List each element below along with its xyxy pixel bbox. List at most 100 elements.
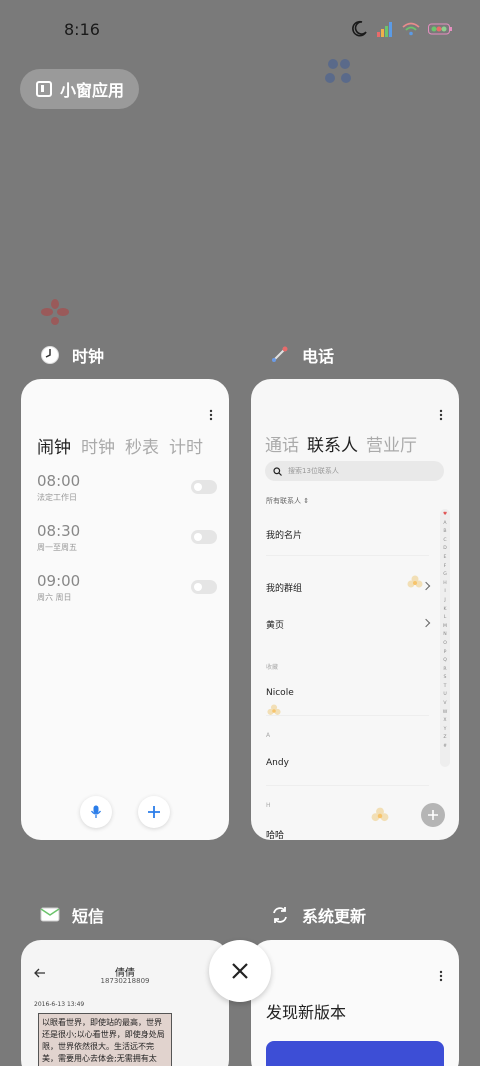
message-icon xyxy=(40,907,60,922)
alarm-toggle[interactable] xyxy=(191,530,217,544)
index-letter[interactable]: B xyxy=(443,528,446,537)
plus-icon xyxy=(148,806,160,818)
flower-sticker-decoration xyxy=(407,575,423,588)
alarm-toggle[interactable] xyxy=(191,580,217,594)
alarm-time: 09:00 xyxy=(37,572,81,590)
search-placeholder: 搜索13位联系人 xyxy=(288,467,339,475)
my-card-row[interactable]: 我的名片 xyxy=(266,528,302,541)
index-letter[interactable]: J xyxy=(444,597,445,606)
index-letter[interactable]: W xyxy=(443,709,448,718)
alarm-item[interactable]: 08:30 周一至周五 xyxy=(37,522,217,558)
contact-andy[interactable]: Andy xyxy=(266,758,289,768)
clock-tabs: 闹钟 时钟 秒表 计时 xyxy=(37,433,203,458)
flower-sticker-decoration xyxy=(267,704,281,715)
more-options-icon[interactable] xyxy=(439,970,443,982)
more-options-icon[interactable] xyxy=(209,409,213,421)
index-letter[interactable]: A xyxy=(443,520,446,529)
alphabet-index[interactable]: ♥ A B C D E F G H I J K L M N O P Q R S … xyxy=(440,509,450,767)
contacts-search-input[interactable]: 搜索13位联系人 xyxy=(265,461,444,481)
message-bubble[interactable]: 以眼看世界，即使站的最高，世界还是很小;以心看世界，即使身处局限，世界依然很大。… xyxy=(38,1013,172,1066)
index-letter[interactable]: I xyxy=(444,588,445,597)
clock-app-header: 时钟 xyxy=(40,343,104,367)
messages-app-header: 短信 xyxy=(40,903,104,927)
clock-app-card[interactable]: 闹钟 时钟 秒表 计时 08:00 法定工作日 08:30 周一至周五 09:0… xyxy=(21,379,229,840)
clock-icon xyxy=(41,346,59,364)
messages-app-card[interactable]: 倩倩 18730218809 2016-6-13 13:49 以眼看世界，即使站… xyxy=(21,940,229,1066)
phone-app-title: 电话 xyxy=(302,347,335,366)
clear-all-button[interactable] xyxy=(209,940,271,1002)
tab-timer[interactable]: 计时 xyxy=(169,433,203,458)
clock-app-title: 时钟 xyxy=(72,347,105,366)
index-letter[interactable]: Y xyxy=(444,726,447,735)
index-letter[interactable]: P xyxy=(444,649,447,658)
contact-haha[interactable]: 哈哈 xyxy=(266,828,284,840)
alarm-item[interactable]: 08:00 法定工作日 xyxy=(37,472,217,508)
index-letter[interactable]: D xyxy=(443,545,447,554)
index-letter[interactable]: # xyxy=(443,743,447,752)
add-alarm-button[interactable] xyxy=(138,796,170,828)
index-letter[interactable]: Q xyxy=(443,657,447,666)
system-update-app-card[interactable]: 发现新版本 xyxy=(251,940,459,1066)
index-letter[interactable]: S xyxy=(444,674,447,683)
more-options-icon[interactable] xyxy=(439,409,443,421)
alarm-toggle[interactable] xyxy=(191,480,217,494)
yellow-pages-row[interactable]: 黄页 xyxy=(266,618,284,631)
section-h: H xyxy=(266,802,271,809)
index-letter[interactable]: K xyxy=(443,606,446,615)
divider xyxy=(266,555,429,556)
section-favorites: 收藏 xyxy=(266,664,279,671)
index-letter[interactable]: L xyxy=(444,614,447,623)
wifi-icon xyxy=(402,22,420,36)
voice-alarm-button[interactable] xyxy=(80,796,112,828)
index-letter[interactable]: Z xyxy=(443,734,446,743)
wallpaper-flower-decoration xyxy=(325,59,351,83)
system-update-app-header: 系统更新 xyxy=(270,903,366,927)
tab-alarm[interactable]: 闹钟 xyxy=(37,433,71,458)
index-letter[interactable]: G xyxy=(443,571,447,580)
index-letter[interactable]: F xyxy=(444,563,447,572)
window-icon xyxy=(36,81,52,97)
new-version-heading: 发现新版本 xyxy=(266,1003,347,1022)
tab-service-hall[interactable]: 营业厅 xyxy=(366,431,417,456)
divider xyxy=(266,785,429,786)
alarm-item[interactable]: 09:00 周六 周日 xyxy=(37,572,217,608)
message-date: 2016-6-13 13:49 xyxy=(34,1001,85,1008)
tab-calls[interactable]: 通话 xyxy=(265,431,299,456)
index-letter[interactable]: T xyxy=(444,683,447,692)
refresh-icon xyxy=(273,907,287,923)
index-letter[interactable]: N xyxy=(443,631,446,640)
index-letter[interactable]: E xyxy=(444,554,447,563)
moon-icon xyxy=(352,20,367,37)
update-version-banner xyxy=(266,1041,444,1066)
tab-contacts[interactable]: 联系人 xyxy=(307,431,358,456)
add-contact-button[interactable] xyxy=(421,803,445,827)
messages-app-title: 短信 xyxy=(72,907,105,926)
index-letter[interactable]: U xyxy=(443,691,446,700)
tab-stopwatch[interactable]: 秒表 xyxy=(125,433,159,458)
index-letter[interactable]: X xyxy=(443,717,446,726)
tab-clock[interactable]: 时钟 xyxy=(81,433,115,458)
index-letter[interactable]: O xyxy=(443,640,447,649)
index-letter[interactable]: R xyxy=(443,666,446,675)
divider xyxy=(266,715,429,716)
index-letter[interactable]: H xyxy=(443,580,446,589)
phone-tabs: 通话 联系人 营业厅 xyxy=(265,431,417,456)
section-a: A xyxy=(266,732,271,739)
plus-icon xyxy=(428,810,438,820)
my-groups-row[interactable]: 我的群组 xyxy=(266,581,302,594)
small-window-apps-button[interactable]: 小窗应用 xyxy=(20,69,139,109)
index-letter[interactable]: V xyxy=(443,700,446,709)
microphone-icon xyxy=(90,805,102,818)
contacts-filter-dropdown[interactable]: 所有联系人 ⇕ xyxy=(266,496,309,506)
sort-arrows-icon: ⇕ xyxy=(303,497,310,505)
alarm-time: 08:30 xyxy=(37,522,81,540)
status-bar: 8:16 xyxy=(0,0,480,60)
status-time: 8:16 xyxy=(64,20,100,39)
index-letter[interactable]: M xyxy=(443,623,447,632)
contact-nicole[interactable]: Nicole xyxy=(266,688,294,698)
phone-app-card[interactable]: 通话 联系人 营业厅 搜索13位联系人 所有联系人 ⇕ 我的名片 我的群组 黄页… xyxy=(251,379,459,840)
index-letter[interactable]: C xyxy=(443,537,446,546)
phone-icon xyxy=(272,346,288,362)
index-letter[interactable]: ♥ xyxy=(443,511,447,520)
message-contact-number: 18730218809 xyxy=(100,977,150,985)
